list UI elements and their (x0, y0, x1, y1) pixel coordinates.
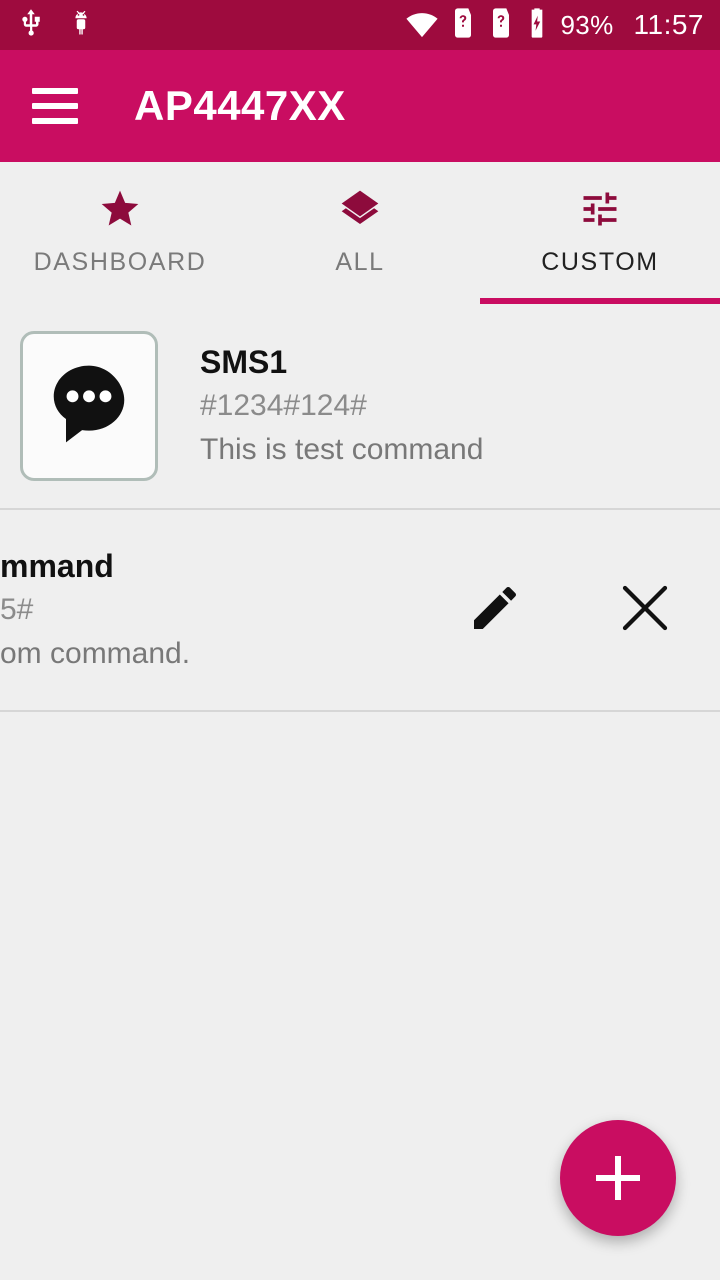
wifi-icon (405, 6, 439, 45)
list-item-text: SMS1 #1234#124# This is test command (200, 340, 483, 472)
sim2-unknown-icon (487, 7, 515, 44)
tab-bar: DASHBOARD ALL CUSTOM (0, 162, 720, 304)
list-item-actions (420, 510, 720, 710)
sim1-unknown-icon (449, 7, 477, 44)
list-item-code: 5# (0, 593, 34, 626)
list-item-title: mmand (0, 548, 114, 584)
status-bar-right-icons: 93% 11:57 (405, 6, 704, 45)
star-icon (98, 186, 142, 232)
delete-button[interactable] (600, 565, 690, 655)
status-bar: 93% 11:57 (0, 0, 720, 50)
status-bar-clock: 11:57 (633, 9, 704, 40)
sms-chat-bubble-icon (43, 358, 135, 455)
tune-sliders-icon (578, 186, 622, 232)
tab-all-label: ALL (335, 248, 385, 276)
tab-custom-label: CUSTOM (541, 248, 659, 276)
hamburger-menu-icon[interactable] (32, 88, 78, 124)
hamburger-bar-2 (32, 103, 78, 109)
tab-custom[interactable]: CUSTOM (480, 162, 720, 304)
pencil-icon (467, 580, 523, 641)
list-item-title: SMS1 (200, 344, 288, 380)
plus-icon-vertical (615, 1156, 621, 1200)
list-item-code: #1234#124# (200, 389, 367, 422)
tab-all[interactable]: ALL (240, 162, 480, 304)
list-item-description: om command. (0, 637, 191, 670)
list-item[interactable]: SMS1 #1234#124# This is test command (0, 304, 720, 508)
status-bar-left-icons (16, 8, 96, 43)
android-debug-icon (66, 8, 96, 43)
battery-percent-label: 93% (560, 9, 614, 40)
list-item[interactable]: mmand 5# om command. (0, 508, 720, 712)
hamburger-bar-1 (32, 88, 78, 94)
battery-charging-icon (525, 7, 549, 44)
usb-icon (16, 8, 46, 43)
page-title: AP4447XX (134, 82, 346, 129)
list-item-content: SMS1 #1234#124# This is test command (0, 304, 720, 508)
list-item-description: This is test command (200, 433, 484, 466)
list-item-thumbnail (20, 331, 158, 481)
layers-icon (338, 186, 382, 232)
tab-dashboard[interactable]: DASHBOARD (0, 162, 240, 304)
hamburger-bar-3 (32, 118, 78, 124)
app-screen: 93% 11:57 AP4447XX DASHBOARD ALL CUSTOM … (0, 0, 720, 1280)
tab-dashboard-label: DASHBOARD (33, 248, 207, 276)
edit-button[interactable] (450, 565, 540, 655)
list-item-text: mmand 5# om command. (0, 544, 190, 676)
close-x-icon (613, 576, 677, 645)
app-bar: AP4447XX (0, 50, 720, 162)
add-command-fab[interactable] (560, 1120, 676, 1236)
